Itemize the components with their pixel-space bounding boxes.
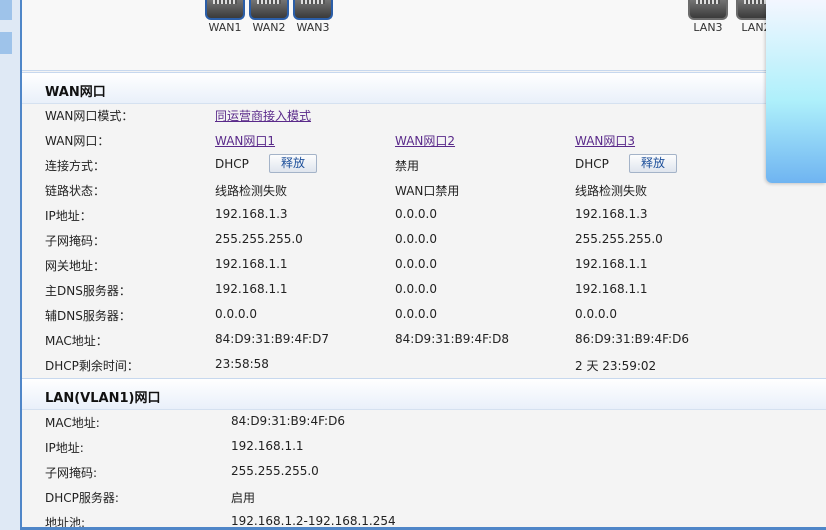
main-content: WAN1 WAN2 WAN3 LAN3 LAN2 WAN网口 WAN网口模式： …: [22, 0, 826, 530]
sidebar-tab-top: [0, 0, 12, 20]
link-status-row: 链路状态： 线路检测失败 WAN口禁用 线路检测失败: [22, 178, 826, 203]
floating-side-panel[interactable]: [766, 0, 826, 183]
wan3-dns1: 192.168.1.1: [575, 282, 648, 296]
lan-mask: 255.255.255.0: [231, 464, 319, 478]
port-wan2[interactable]: WAN2: [249, 0, 289, 34]
field-label: 链路状态：: [45, 184, 106, 198]
wan-port3-link[interactable]: WAN网口3: [575, 132, 635, 149]
wan1-dns2: 0.0.0.0: [215, 307, 257, 321]
field-label: MAC地址:: [45, 416, 100, 430]
ethernet-port-icon: [293, 0, 333, 20]
wan2-mask: 0.0.0.0: [395, 232, 437, 246]
lan-dhcp-row: DHCP服务器: 启用: [22, 485, 826, 510]
gateway-row: 网关地址： 192.168.1.1 0.0.0.0 192.168.1.1: [22, 253, 826, 278]
wan2-gateway: 0.0.0.0: [395, 257, 437, 271]
wan1-gateway: 192.168.1.1: [215, 257, 288, 271]
wan3-lease: 2 天 23:59:02: [575, 359, 657, 373]
wan3-ip: 192.168.1.3: [575, 207, 648, 221]
wan-port-row: WAN网口： WAN网口1 WAN网口2 WAN网口3: [22, 128, 826, 153]
lan-mac-row: MAC地址: 84:D9:31:B9:4F:D6: [22, 410, 826, 435]
field-label: DHCP剩余时间：: [45, 359, 139, 373]
dns1-row: 主DNS服务器： 192.168.1.1 0.0.0.0 192.168.1.1: [22, 278, 826, 303]
wan1-mac: 84:D9:31:B9:4F:D7: [215, 332, 329, 346]
field-label: 主DNS服务器：: [45, 284, 131, 298]
wan2-link-status: WAN口禁用: [395, 184, 460, 198]
field-label: DHCP服务器:: [45, 491, 119, 505]
wan1-conn-type: DHCP: [215, 157, 249, 171]
wan3-mac: 86:D9:31:B9:4F:D6: [575, 332, 689, 346]
wan3-dns2: 0.0.0.0: [575, 307, 617, 321]
ethernet-port-icon: [688, 0, 728, 20]
lan-dhcp-status: 启用: [231, 491, 256, 505]
field-label: IP地址:: [45, 441, 84, 455]
wan2-ip: 0.0.0.0: [395, 207, 437, 221]
dhcp-lease-row: DHCP剩余时间： 23:58:58 2 天 23:59:02: [22, 353, 826, 378]
field-label: 连接方式：: [45, 159, 106, 173]
lan-ip-row: IP地址: 192.168.1.1: [22, 435, 826, 460]
field-label: 辅DNS服务器：: [45, 309, 131, 323]
field-label: WAN网口：: [45, 134, 110, 148]
ip-row: IP地址： 192.168.1.3 0.0.0.0 192.168.1.3: [22, 203, 826, 228]
left-sidebar-strip: [0, 0, 22, 530]
field-label: 子网掩码：: [45, 234, 106, 248]
field-label: MAC地址：: [45, 334, 108, 348]
section-title: WAN网口: [45, 85, 106, 100]
wan-port1-link[interactable]: WAN网口1: [215, 132, 275, 149]
wan3-release-button[interactable]: 释放: [629, 154, 677, 173]
port-label: WAN1: [208, 21, 242, 34]
connection-type-row: 连接方式： DHCP 释放 禁用 DHCP 释放: [22, 153, 826, 178]
wan2-mac: 84:D9:31:B9:4F:D8: [395, 332, 509, 346]
wan3-mask: 255.255.255.0: [575, 232, 663, 246]
wan1-ip: 192.168.1.3: [215, 207, 288, 221]
port-label: LAN3: [693, 21, 723, 34]
wan-section-header: WAN网口: [22, 72, 826, 104]
wan3-link-status: 线路检测失败: [575, 184, 648, 198]
dns2-row: 辅DNS服务器： 0.0.0.0 0.0.0.0 0.0.0.0: [22, 303, 826, 328]
wan3-gateway: 192.168.1.1: [575, 257, 648, 271]
field-label: 子网掩码:: [45, 466, 98, 480]
port-wan3[interactable]: WAN3: [293, 0, 333, 34]
wan2-dns2: 0.0.0.0: [395, 307, 437, 321]
port-label: WAN3: [296, 21, 330, 34]
lan-pool: 192.168.1.2-192.168.1.254: [231, 514, 396, 528]
lan-mask-row: 子网掩码: 255.255.255.0: [22, 460, 826, 485]
wan-port2-link[interactable]: WAN网口2: [395, 132, 455, 149]
port-lan3[interactable]: LAN3: [688, 0, 728, 34]
port-label: WAN2: [252, 21, 286, 34]
lan-section-header: LAN(VLAN1)网口: [22, 378, 826, 410]
wan1-lease: 23:58:58: [215, 357, 269, 371]
wan1-dns1: 192.168.1.1: [215, 282, 288, 296]
mask-row: 子网掩码： 255.255.255.0 0.0.0.0 255.255.255.…: [22, 228, 826, 253]
wan1-mask: 255.255.255.0: [215, 232, 303, 246]
wan-mode-link[interactable]: 同运营商接入模式: [215, 107, 311, 124]
port-wan1[interactable]: WAN1: [205, 0, 245, 34]
wan-mode-row: WAN网口模式： 同运营商接入模式: [22, 103, 826, 128]
ethernet-port-icon: [249, 0, 289, 20]
lan-ip: 192.168.1.1: [231, 439, 304, 453]
ethernet-port-icon: [205, 0, 245, 20]
section-title: LAN(VLAN1)网口: [45, 391, 161, 406]
wan2-dns1: 0.0.0.0: [395, 282, 437, 296]
field-label: WAN网口模式：: [45, 109, 134, 123]
field-label: 网关地址：: [45, 259, 106, 273]
wan2-conn-type: 禁用: [395, 159, 420, 173]
port-status-strip: WAN1 WAN2 WAN3 LAN3 LAN2: [22, 0, 826, 71]
wan1-release-button[interactable]: 释放: [269, 154, 317, 173]
sidebar-tab-second: [0, 32, 12, 54]
field-label: IP地址：: [45, 209, 92, 223]
mac-row: MAC地址： 84:D9:31:B9:4F:D7 84:D9:31:B9:4F:…: [22, 328, 826, 353]
wan3-conn-type: DHCP: [575, 157, 609, 171]
lan-mac: 84:D9:31:B9:4F:D6: [231, 414, 345, 428]
wan1-link-status: 线路检测失败: [215, 184, 288, 198]
